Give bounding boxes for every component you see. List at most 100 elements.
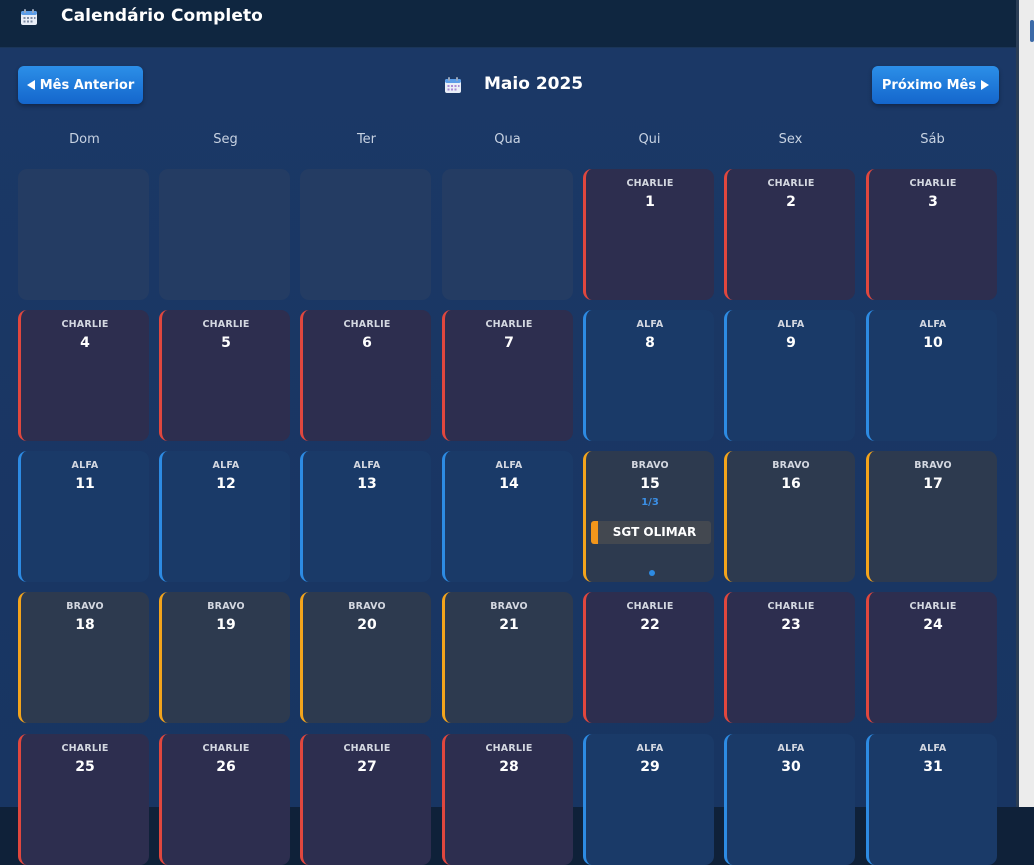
calendar-day-cell[interactable]: ALFA 14 xyxy=(442,451,573,582)
day-number: 16 xyxy=(781,476,801,492)
weekday-wednesday: Qua xyxy=(494,132,521,147)
calendar-day-cell[interactable]: CHARLIE 1 xyxy=(583,169,714,300)
day-number: 2 xyxy=(786,194,796,210)
calendar-day-cell[interactable]: BRAVO 20 xyxy=(300,592,431,723)
month-header: Maio 2025 xyxy=(440,74,640,98)
shift-team-label: ALFA xyxy=(777,743,805,754)
assigned-person-chip[interactable]: SGT OLIMAR xyxy=(591,521,711,544)
shift-team-label: BRAVO xyxy=(914,460,952,471)
shift-team-label: ALFA xyxy=(71,460,99,471)
next-month-label: Próximo Mês xyxy=(881,77,977,93)
calendar-day-cell[interactable]: CHARLIE 3 xyxy=(866,169,997,300)
shift-team-label: ALFA xyxy=(919,319,947,330)
shift-team-label: CHARLIE xyxy=(767,178,815,189)
shift-team-label: BRAVO xyxy=(207,601,245,612)
shift-team-label: CHARLIE xyxy=(909,601,957,612)
shift-team-label: CHARLIE xyxy=(485,319,533,330)
calendar-icon xyxy=(20,8,38,30)
next-month-button[interactable]: Próximo Mês xyxy=(872,66,999,104)
day-number: 13 xyxy=(357,476,377,492)
scrollbar-thumb[interactable] xyxy=(1030,20,1034,42)
shift-team-label: CHARLIE xyxy=(202,319,250,330)
app-header: Calendário Completo xyxy=(0,0,1016,48)
calendar-day-cell[interactable]: CHARLIE 27 xyxy=(300,734,431,865)
calendar-day-cell[interactable]: CHARLIE 6 xyxy=(300,310,431,441)
shift-team-label: ALFA xyxy=(636,319,664,330)
calendar-day-cell[interactable]: CHARLIE 24 xyxy=(866,592,997,723)
weekday-monday: Seg xyxy=(213,132,238,147)
pagination-dot[interactable] xyxy=(649,570,655,576)
calendar-day-cell[interactable]: CHARLIE 28 xyxy=(442,734,573,865)
window-edge xyxy=(1016,0,1034,807)
calendar-day-cell[interactable]: BRAVO 15 1/3 SGT OLIMAR xyxy=(583,451,714,582)
calendar-day-cell[interactable]: ALFA 29 xyxy=(583,734,714,865)
calendar-day-cell[interactable]: BRAVO 21 xyxy=(442,592,573,723)
day-number: 18 xyxy=(75,617,95,633)
calendar-day-cell[interactable]: CHARLIE 23 xyxy=(724,592,855,723)
day-number: 30 xyxy=(781,759,801,775)
day-number: 26 xyxy=(216,759,236,775)
shift-team-label: CHARLIE xyxy=(909,178,957,189)
shift-team-label: CHARLIE xyxy=(202,743,250,754)
calendar-day-cell[interactable]: CHARLIE 26 xyxy=(159,734,290,865)
day-number: 19 xyxy=(216,617,236,633)
calendar-day-cell[interactable]: ALFA 31 xyxy=(866,734,997,865)
weekday-thursday: Qui xyxy=(638,132,661,147)
day-number: 14 xyxy=(499,476,519,492)
calendar-day-cell[interactable]: ALFA 9 xyxy=(724,310,855,441)
weekday-tuesday: Ter xyxy=(356,132,377,147)
calendar-day-cell[interactable]: CHARLIE 2 xyxy=(724,169,855,300)
calendar-cell-empty xyxy=(18,169,149,300)
calendar-day-cell[interactable]: ALFA 11 xyxy=(18,451,149,582)
day-number: 1 xyxy=(645,194,655,210)
calendar-day-cell[interactable]: BRAVO 19 xyxy=(159,592,290,723)
day-number: 15 xyxy=(640,476,660,492)
calendar-day-cell[interactable]: ALFA 30 xyxy=(724,734,855,865)
calendar-day-cell[interactable]: CHARLIE 5 xyxy=(159,310,290,441)
month-title: Maio 2025 xyxy=(484,74,584,94)
arrow-right-icon xyxy=(981,80,990,90)
calendar-day-cell[interactable]: BRAVO 18 xyxy=(18,592,149,723)
shift-team-label: ALFA xyxy=(212,460,240,471)
shift-team-label: ALFA xyxy=(636,743,664,754)
day-number: 5 xyxy=(221,335,231,351)
shift-team-label: BRAVO xyxy=(631,460,669,471)
day-number: 9 xyxy=(786,335,796,351)
shift-team-label: CHARLIE xyxy=(343,319,391,330)
app-title: Calendário Completo xyxy=(61,6,263,26)
previous-month-button[interactable]: Mês Anterior xyxy=(18,66,143,104)
day-number: 6 xyxy=(362,335,372,351)
day-number: 11 xyxy=(75,476,95,492)
day-number: 28 xyxy=(499,759,519,775)
shift-team-label: BRAVO xyxy=(66,601,104,612)
day-number: 8 xyxy=(645,335,655,351)
calendar-day-cell[interactable]: CHARLIE 7 xyxy=(442,310,573,441)
calendar-day-cell[interactable]: ALFA 12 xyxy=(159,451,290,582)
calendar-cell-empty xyxy=(442,169,573,300)
shift-team-label: BRAVO xyxy=(772,460,810,471)
day-number: 23 xyxy=(781,617,801,633)
calendar-day-cell[interactable]: BRAVO 16 xyxy=(724,451,855,582)
day-number: 27 xyxy=(357,759,377,775)
day-number: 22 xyxy=(640,617,660,633)
day-number: 25 xyxy=(75,759,95,775)
shift-team-label: ALFA xyxy=(495,460,523,471)
calendar-day-cell[interactable]: CHARLIE 4 xyxy=(18,310,149,441)
day-number: 3 xyxy=(928,194,938,210)
shift-team-label: CHARLIE xyxy=(61,743,109,754)
weekday-saturday: Sáb xyxy=(920,132,945,147)
calendar-day-cell[interactable]: ALFA 10 xyxy=(866,310,997,441)
shift-team-label: CHARLIE xyxy=(626,178,674,189)
day-number: 10 xyxy=(923,335,943,351)
calendar-day-cell[interactable]: ALFA 13 xyxy=(300,451,431,582)
calendar-day-cell[interactable]: CHARLIE 25 xyxy=(18,734,149,865)
calendar-cell-empty xyxy=(300,169,431,300)
calendar-day-cell[interactable]: CHARLIE 22 xyxy=(583,592,714,723)
shift-team-label: ALFA xyxy=(777,319,805,330)
calendar-cell-empty xyxy=(159,169,290,300)
previous-month-label: Mês Anterior xyxy=(39,77,135,93)
day-number: 17 xyxy=(923,476,943,492)
calendar-day-cell[interactable]: BRAVO 17 xyxy=(866,451,997,582)
shift-team-label: CHARLIE xyxy=(61,319,109,330)
calendar-day-cell[interactable]: ALFA 8 xyxy=(583,310,714,441)
